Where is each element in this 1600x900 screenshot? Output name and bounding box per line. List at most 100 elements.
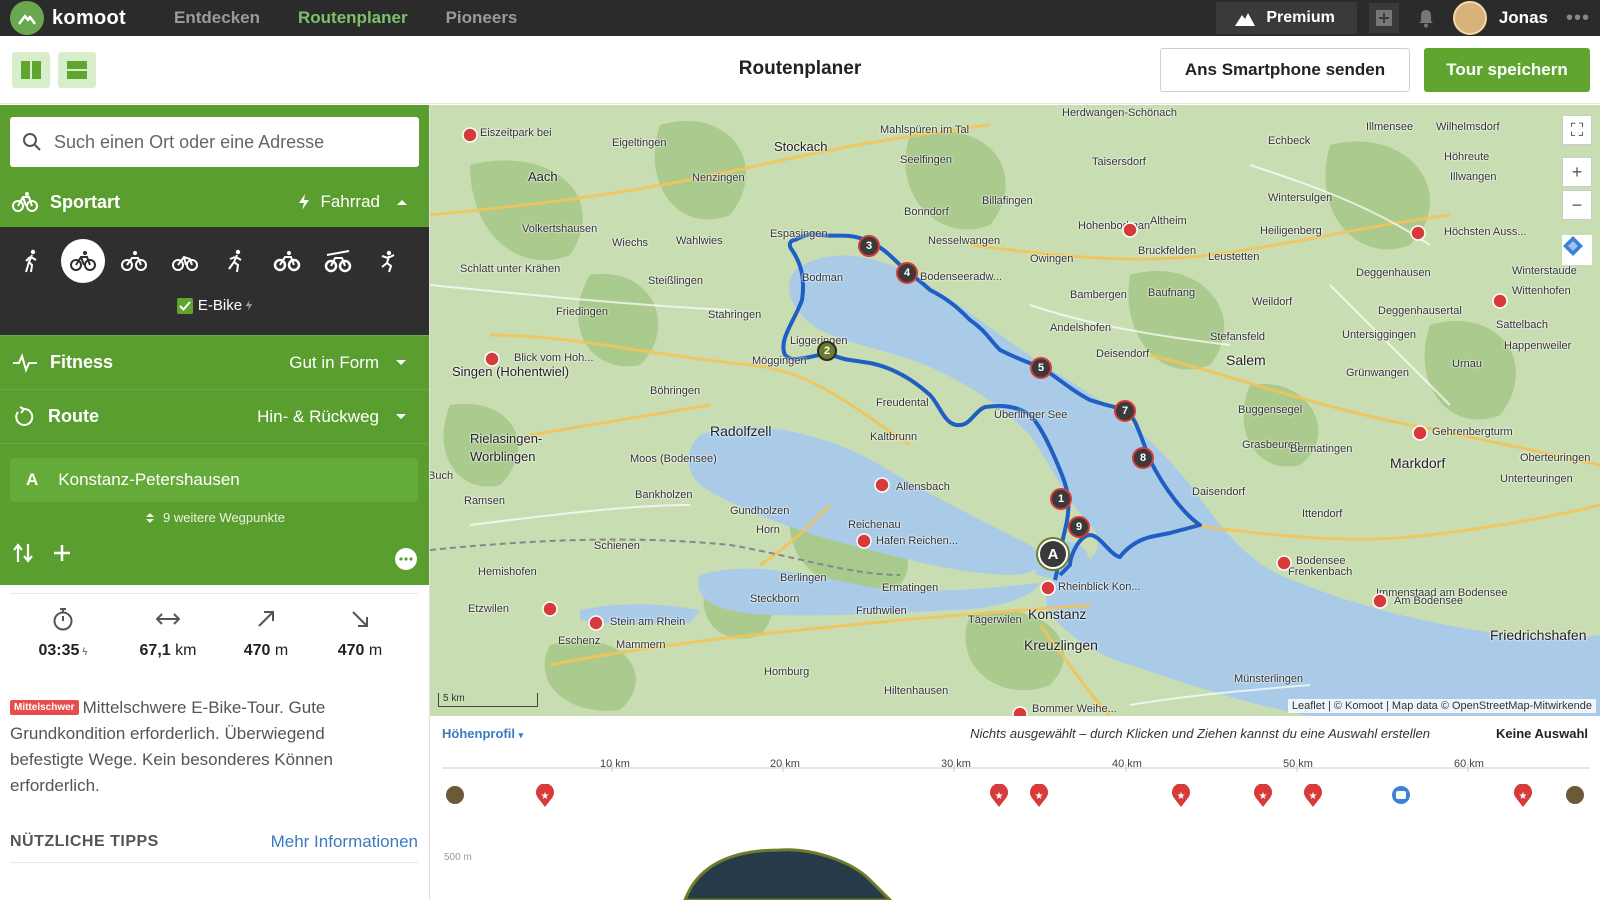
- poi-marker-icon[interactable]: [856, 533, 872, 549]
- route-value: Hin- & Rückweg: [257, 406, 379, 426]
- waypoint-number: 4: [903, 267, 911, 279]
- search-input[interactable]: [54, 131, 394, 153]
- place-label: Bodenseeradw...: [920, 271, 1002, 283]
- start-flag-icon[interactable]: [444, 784, 466, 806]
- poi-marker-icon[interactable]: [1492, 293, 1508, 309]
- add-waypoint-icon[interactable]: [52, 543, 72, 563]
- poi-marker-icon[interactable]: ★: [534, 784, 556, 808]
- poi-marker-icon[interactable]: ★: [1512, 784, 1534, 808]
- waypoint-marker[interactable]: 4: [896, 262, 918, 284]
- poi-marker-icon[interactable]: [1122, 222, 1138, 238]
- road-bike-icon[interactable]: [163, 239, 207, 283]
- useful-tips-header: NÜTZLICHE TIPPS Mehr Informationen: [10, 821, 418, 863]
- start-marker[interactable]: A: [1038, 539, 1068, 569]
- fullscreen-button[interactable]: ⛶: [1562, 115, 1592, 145]
- place-label: Deggenhausen: [1356, 267, 1431, 279]
- hiking-icon[interactable]: [10, 239, 54, 283]
- waypoint-marker[interactable]: 8: [1132, 447, 1154, 469]
- touring-bike-icon[interactable]: [112, 239, 156, 283]
- send-to-smartphone-button[interactable]: Ans Smartphone senden: [1160, 48, 1410, 92]
- tips-title: NÜTZLICHE TIPPS: [10, 832, 159, 850]
- poi-marker-icon[interactable]: [588, 615, 604, 631]
- poi-marker-icon[interactable]: [1372, 593, 1388, 609]
- ebike-toggle[interactable]: E-Bike: [0, 297, 430, 314]
- brand-name: komoot: [52, 6, 127, 29]
- user-name[interactable]: Jonas: [1499, 8, 1548, 28]
- zoom-out-button[interactable]: −: [1562, 190, 1592, 220]
- place-label: Schienen: [594, 540, 640, 552]
- waypoint-marker[interactable]: 3: [858, 235, 880, 257]
- poi-marker-icon[interactable]: [542, 601, 558, 617]
- route-map[interactable]: Eiszeitpark bei Eigeltingen Stockach Aac…: [430, 105, 1600, 716]
- poi-marker-icon[interactable]: ★: [988, 784, 1010, 808]
- poi-marker-icon[interactable]: ★: [1302, 784, 1324, 808]
- arrow-down-right-icon: [352, 611, 368, 627]
- poi-marker-icon[interactable]: [1410, 225, 1426, 241]
- poi-marker-icon[interactable]: [1276, 555, 1292, 571]
- duration-value: 03:35: [38, 642, 80, 659]
- start-point-field[interactable]: A Konstanz-Petershausen: [10, 458, 418, 502]
- ferry-icon[interactable]: [1390, 784, 1412, 806]
- poi-marker-icon[interactable]: [462, 127, 478, 143]
- climbing-icon[interactable]: [367, 239, 411, 283]
- swap-icon[interactable]: [12, 542, 34, 564]
- waypoint-number: 8: [1139, 452, 1147, 464]
- waypoint-marker[interactable]: 5: [1030, 357, 1052, 379]
- more-options-button[interactable]: [395, 548, 417, 570]
- more-icon[interactable]: •••: [1566, 7, 1590, 30]
- sport-type-value: Fahrrad: [298, 192, 380, 212]
- ebike-sport-icon[interactable]: [61, 239, 105, 283]
- distance-value: 67,1: [139, 642, 171, 659]
- fitness-row[interactable]: Fitness Gut in Form: [0, 335, 429, 389]
- waypoint-marker[interactable]: 9: [1068, 516, 1090, 538]
- finish-flag-icon[interactable]: [1564, 784, 1586, 806]
- lightning-icon: [245, 300, 253, 311]
- waypoint-marker[interactable]: 2: [817, 341, 837, 361]
- poi-marker-icon[interactable]: [1412, 425, 1428, 441]
- enduro-bike-icon[interactable]: [316, 239, 360, 283]
- sport-type-row[interactable]: Sportart Fahrrad: [0, 177, 430, 227]
- place-label: Etzwilen: [468, 603, 509, 615]
- poi-marker-icon[interactable]: ★: [1028, 784, 1050, 808]
- place-label: Bommer Weihe...: [1032, 703, 1117, 715]
- nav-entdecken[interactable]: Entdecken: [174, 8, 260, 28]
- stat-descent: 470 m: [320, 606, 400, 660]
- more-information-link[interactable]: Mehr Informationen: [271, 832, 418, 852]
- place-label: Rielasingen-: [470, 431, 543, 446]
- poi-marker-icon[interactable]: ★: [1170, 784, 1192, 808]
- premium-button[interactable]: Premium: [1216, 2, 1357, 34]
- komoot-logo[interactable]: komoot: [10, 1, 126, 35]
- poi-marker-icon[interactable]: [1012, 706, 1028, 716]
- stopwatch-icon: [53, 608, 73, 631]
- place-label: Grünwangen: [1346, 367, 1409, 379]
- place-label: Illwangen: [1450, 171, 1497, 183]
- poi-marker-icon[interactable]: [1040, 580, 1056, 596]
- chevron-down-icon: [396, 359, 406, 365]
- map-attribution[interactable]: Leaflet | © Komoot | Map data © OpenStre…: [1287, 699, 1596, 713]
- more-waypoints-toggle[interactable]: 9 weitere Wegpunkte: [0, 510, 430, 525]
- place-label: Ittendorf: [1302, 508, 1343, 520]
- waypoint-marker[interactable]: 1: [1050, 488, 1072, 510]
- nav-pioneers[interactable]: Pioneers: [446, 8, 518, 28]
- plus-icon: +: [1571, 161, 1583, 182]
- notifications-button[interactable]: [1411, 3, 1441, 33]
- avatar[interactable]: [1452, 1, 1487, 35]
- place-label: Wintersulgen: [1268, 192, 1333, 204]
- place-label: Moos (Bodensee): [630, 453, 717, 465]
- layers-button[interactable]: [1562, 235, 1592, 265]
- save-tour-button[interactable]: Tour speichern: [1424, 48, 1590, 92]
- poi-marker-icon[interactable]: [874, 477, 890, 493]
- poi-marker-icon[interactable]: ★: [1252, 784, 1274, 808]
- nav-routenplaner[interactable]: Routenplaner: [298, 8, 408, 28]
- mountain-bike-icon[interactable]: [265, 239, 309, 283]
- running-icon[interactable]: [214, 239, 258, 283]
- km-tick-label: 50 km: [1283, 758, 1313, 770]
- profile-canvas[interactable]: [430, 750, 1600, 900]
- profile-header: Höhenprofil ▾ Nichts ausgewählt – durch …: [430, 716, 1600, 750]
- waypoint-marker[interactable]: 7: [1114, 400, 1136, 422]
- zoom-in-button[interactable]: +: [1562, 157, 1592, 187]
- route-type-row[interactable]: Route Hin- & Rückweg: [0, 389, 429, 443]
- add-button[interactable]: [1368, 3, 1399, 33]
- poi-marker-icon[interactable]: [484, 351, 500, 367]
- elevation-profile-dropdown[interactable]: Höhenprofil ▾: [442, 726, 523, 741]
